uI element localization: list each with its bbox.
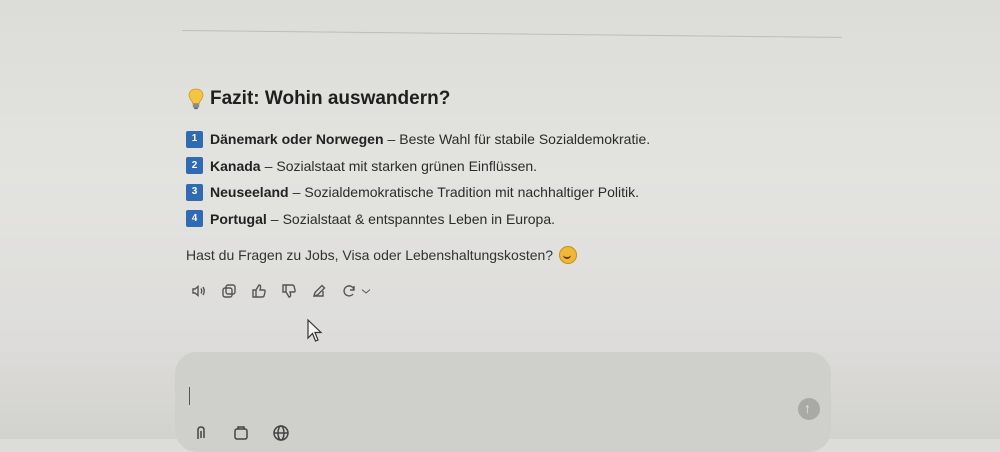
item-title: Neuseeland (210, 184, 289, 200)
heading-text: Fazit: Wohin auswandern? (210, 88, 451, 109)
number-badge: 1 (186, 130, 203, 148)
message-actions (190, 282, 372, 300)
question-text: Hast du Fragen zu Jobs, Visa oder Lebens… (186, 247, 554, 263)
list-item: 2 Kanada – Sozialstaat mit starken grüne… (186, 153, 826, 180)
number-badge: 2 (186, 157, 203, 175)
globe-icon[interactable] (272, 424, 290, 442)
conclusion-heading: Fazit: Wohin auswandern? (186, 88, 826, 110)
assistant-message: Fazit: Wohin auswandern? 1 Dänemark oder… (186, 88, 826, 264)
read-aloud-icon[interactable] (190, 282, 208, 300)
item-title: Kanada (210, 157, 261, 174)
item-description: Beste Wahl für stabile Sozialdemokratie. (399, 131, 651, 147)
composer-tools (192, 424, 290, 442)
item-description: Sozialstaat & entspanntes Leben in Europ… (282, 210, 555, 227)
number-badge: 3 (186, 183, 203, 201)
follow-up-question: Hast du Fragen zu Jobs, Visa oder Lebens… (186, 246, 826, 264)
item-separator: – (264, 157, 273, 174)
item-description: Sozialdemokratische Tradition mit nachha… (304, 184, 639, 200)
tools-icon[interactable] (232, 424, 250, 442)
item-separator: – (292, 184, 301, 200)
lightbulb-icon (188, 88, 204, 110)
list-item: 3 Neuseeland – Sozialdemokratische Tradi… (186, 179, 826, 206)
item-separator: – (387, 131, 396, 147)
smiling-face-icon (559, 246, 578, 264)
recommendation-list: 1 Dänemark oder Norwegen – Beste Wahl fü… (186, 126, 826, 232)
item-title: Dänemark oder Norwegen (210, 131, 384, 147)
item-description: Sozialstaat mit starken grünen Einflüsse… (276, 157, 538, 174)
chevron-down-icon[interactable] (360, 282, 372, 300)
copy-icon[interactable] (220, 282, 238, 300)
edit-icon[interactable] (310, 282, 328, 300)
thumbs-up-icon[interactable] (250, 282, 268, 300)
regenerate-icon[interactable] (340, 282, 358, 300)
divider (181, 30, 842, 38)
item-separator: – (270, 210, 279, 227)
list-item: 1 Dänemark oder Norwegen – Beste Wahl fü… (186, 126, 826, 153)
send-arrow-icon[interactable] (798, 398, 820, 420)
item-title: Portugal (210, 210, 267, 227)
thumbs-down-icon[interactable] (280, 282, 298, 300)
list-item: 4 Portugal – Sozialstaat & entspanntes L… (186, 206, 826, 233)
text-caret (189, 387, 190, 405)
mouse-pointer-icon (307, 318, 323, 342)
number-badge: 4 (186, 210, 203, 228)
attach-icon[interactable] (192, 424, 210, 442)
